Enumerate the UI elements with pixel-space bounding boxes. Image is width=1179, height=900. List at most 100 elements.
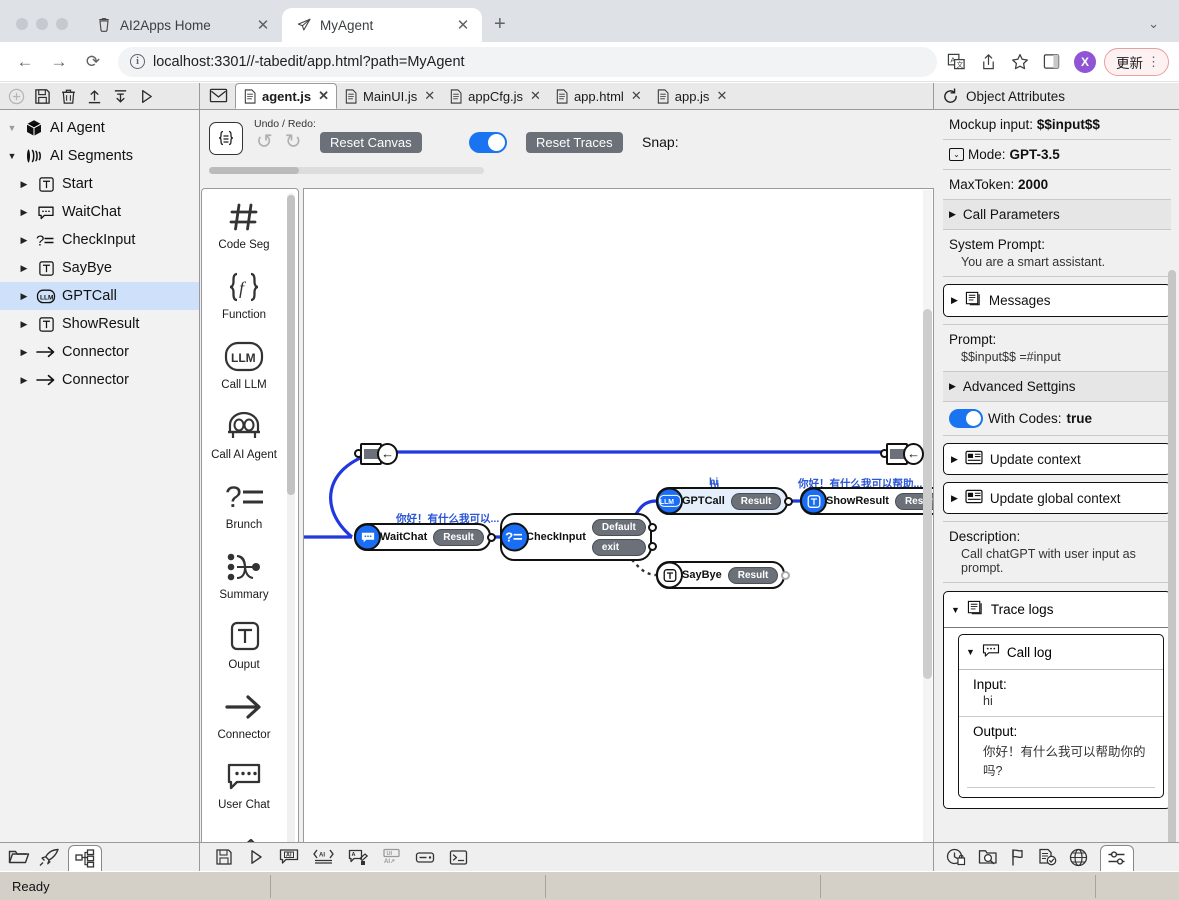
call-log-header[interactable]: ▼ Call log bbox=[959, 635, 1163, 670]
minimize-window-button[interactable] bbox=[36, 18, 48, 30]
node-port-default[interactable]: Default bbox=[591, 518, 646, 536]
flow-node-gptcall[interactable]: LLM GPTCall Result bbox=[656, 487, 794, 515]
envelope-icon[interactable] bbox=[204, 82, 232, 108]
expand-arrow-icon[interactable]: ▶ bbox=[18, 291, 30, 302]
node-port-exit[interactable]: exit bbox=[591, 538, 646, 556]
flow-node-saybye[interactable]: SayBye Result bbox=[656, 561, 791, 589]
ai-chat-icon[interactable]: AI bbox=[279, 848, 299, 866]
redo-icon[interactable]: ↻ bbox=[285, 132, 302, 152]
maximize-window-button[interactable] bbox=[56, 18, 68, 30]
tree-item-saybye[interactable]: ▶ SayBye bbox=[0, 254, 199, 282]
tree-item-ai-agent[interactable]: ▼ AI Agent bbox=[0, 114, 199, 142]
reload-button[interactable]: ⟳ bbox=[76, 45, 110, 79]
code-braces-icon[interactable] bbox=[209, 122, 243, 155]
reset-canvas-button[interactable]: Reset Canvas bbox=[320, 132, 422, 153]
palette-item-connector[interactable]: Connector bbox=[202, 679, 286, 749]
browser-tab-myagent[interactable]: MyAgent ✕ bbox=[282, 8, 482, 42]
site-info-icon[interactable]: i bbox=[130, 54, 145, 69]
flow-connector-right[interactable]: ← bbox=[880, 441, 925, 466]
attributes-scrollbar-thumb[interactable] bbox=[1168, 270, 1176, 870]
attr-with-codes[interactable]: With Codes: true bbox=[943, 402, 1171, 436]
profile-avatar[interactable]: X bbox=[1074, 50, 1096, 73]
close-icon[interactable]: ✕ bbox=[631, 88, 642, 104]
expand-arrow-icon[interactable]: ▶ bbox=[18, 235, 30, 246]
sidepanel-icon[interactable] bbox=[1043, 53, 1060, 70]
refresh-icon[interactable] bbox=[942, 87, 959, 105]
flow-node-checkinput[interactable]: ? CheckInput Default exit bbox=[500, 513, 657, 561]
expand-arrow-icon[interactable]: ▶ bbox=[951, 493, 958, 504]
expand-arrow-icon[interactable]: ▶ bbox=[18, 375, 30, 386]
file-tab-agent-js[interactable]: agent.js ✕ bbox=[235, 83, 338, 109]
port[interactable] bbox=[784, 496, 794, 506]
tree-item-start[interactable]: ▶ Start bbox=[0, 170, 199, 198]
attr-messages-button[interactable]: ▶ Messages bbox=[943, 284, 1171, 317]
save-icon[interactable] bbox=[215, 848, 233, 866]
flow-node-showresult[interactable]: ShowResult Result bbox=[800, 487, 933, 515]
palette-item-brunch[interactable]: ? Brunch bbox=[202, 469, 286, 539]
close-icon[interactable]: ✕ bbox=[716, 88, 727, 104]
address-bar[interactable]: i localhost:3301//-tabedit/app.html?path… bbox=[118, 46, 937, 77]
flow-connector-left[interactable]: ← bbox=[354, 441, 399, 466]
globe-icon[interactable] bbox=[1069, 848, 1088, 867]
tree-item-showresult[interactable]: ▶ ShowResult bbox=[0, 310, 199, 338]
ai-code-icon[interactable]: AI bbox=[313, 848, 334, 866]
attr-description[interactable]: Description: Call chatGPT with user inpu… bbox=[943, 521, 1171, 583]
close-icon[interactable]: ✕ bbox=[254, 16, 272, 34]
delete-icon[interactable] bbox=[57, 86, 79, 107]
port[interactable] bbox=[647, 542, 657, 551]
expand-arrow-icon[interactable]: ▶ bbox=[18, 263, 30, 274]
browser-tab-ai2apps-home[interactable]: AI2Apps Home ✕ bbox=[82, 8, 282, 42]
collapse-arrow-icon[interactable]: ▼ bbox=[951, 605, 960, 615]
with-codes-toggle[interactable] bbox=[949, 409, 983, 428]
expand-arrow-icon[interactable]: ▼ bbox=[6, 123, 18, 133]
palette-scrollbar-thumb[interactable] bbox=[209, 167, 299, 174]
attr-system-prompt[interactable]: System Prompt: You are a smart assistant… bbox=[943, 230, 1171, 277]
dropdown-icon[interactable]: ⌄ bbox=[949, 148, 964, 161]
trace-logs-box[interactable]: ▼ Trace logs ▼ Call log Input: hi Output… bbox=[943, 591, 1171, 809]
server-icon[interactable] bbox=[415, 849, 435, 865]
expand-arrow-icon[interactable]: ▶ bbox=[18, 319, 30, 330]
node-port-result[interactable]: Result bbox=[727, 566, 779, 584]
file-tab-app-js[interactable]: app.js ✕ bbox=[649, 83, 735, 109]
doc-check-icon[interactable] bbox=[1038, 848, 1057, 866]
search-folder-icon[interactable] bbox=[978, 848, 998, 866]
snap-toggle[interactable] bbox=[469, 132, 507, 153]
attr-update-context-button[interactable]: ▶ Update context bbox=[943, 443, 1171, 475]
tree-item-checkinput[interactable]: ▶ ? CheckInput bbox=[0, 226, 199, 254]
share-icon[interactable] bbox=[980, 53, 997, 71]
file-tab-app-html[interactable]: app.html ✕ bbox=[548, 83, 649, 109]
download-icon[interactable] bbox=[109, 86, 131, 107]
palette-item-call-ai-agent[interactable]: Call AI Agent bbox=[202, 399, 286, 469]
call-log-box[interactable]: ▼ Call log Input: hi Output: 你好！有什么我可以帮助… bbox=[958, 634, 1164, 798]
rocket-icon[interactable] bbox=[38, 848, 60, 867]
tab-list-chevron-icon[interactable]: ⌄ bbox=[1148, 16, 1179, 42]
new-tab-button[interactable]: + bbox=[482, 14, 518, 42]
close-icon[interactable]: ✕ bbox=[424, 88, 435, 104]
expand-arrow-icon[interactable]: ▶ bbox=[951, 454, 958, 465]
close-window-button[interactable] bbox=[16, 18, 28, 30]
attr-maxtoken[interactable]: MaxToken: 2000 bbox=[943, 170, 1171, 200]
tree-item-connector-1[interactable]: ▶ Connector bbox=[0, 338, 199, 366]
add-icon[interactable] bbox=[5, 86, 27, 107]
expand-arrow-icon[interactable]: ▶ bbox=[18, 179, 30, 190]
folder-icon[interactable] bbox=[8, 848, 30, 866]
expand-arrow-icon[interactable]: ▶ bbox=[18, 207, 30, 218]
flag-icon[interactable] bbox=[1010, 848, 1026, 866]
port[interactable] bbox=[781, 570, 791, 580]
tree-item-waitchat[interactable]: ▶ WaitChat bbox=[0, 198, 199, 226]
translate-icon[interactable]: A文 bbox=[947, 52, 966, 71]
node-port-result[interactable]: Result bbox=[730, 492, 782, 510]
close-icon[interactable]: ✕ bbox=[454, 16, 472, 34]
flow-canvas[interactable]: ← ← 你好！有什么我可以... WaitChat Result hi ? Ch… bbox=[303, 188, 934, 900]
tree-item-gptcall[interactable]: ▶ LLM GPTCall bbox=[0, 282, 199, 310]
attr-mode[interactable]: ⌄ Mode: GPT-3.5 bbox=[943, 140, 1171, 170]
palette-item-code-seg[interactable]: Code Seg bbox=[202, 189, 286, 259]
ai-edit-icon[interactable]: A bbox=[348, 848, 368, 866]
forward-button[interactable]: → bbox=[42, 45, 76, 79]
back-button[interactable]: ← bbox=[8, 45, 42, 79]
expand-arrow-icon[interactable]: ▶ bbox=[951, 295, 958, 306]
terminal-icon[interactable] bbox=[449, 849, 468, 866]
settings-sliders-icon[interactable] bbox=[1100, 845, 1134, 872]
expand-arrow-icon[interactable]: ▶ bbox=[949, 381, 956, 392]
update-button[interactable]: 更新 ⋮ bbox=[1104, 47, 1169, 76]
